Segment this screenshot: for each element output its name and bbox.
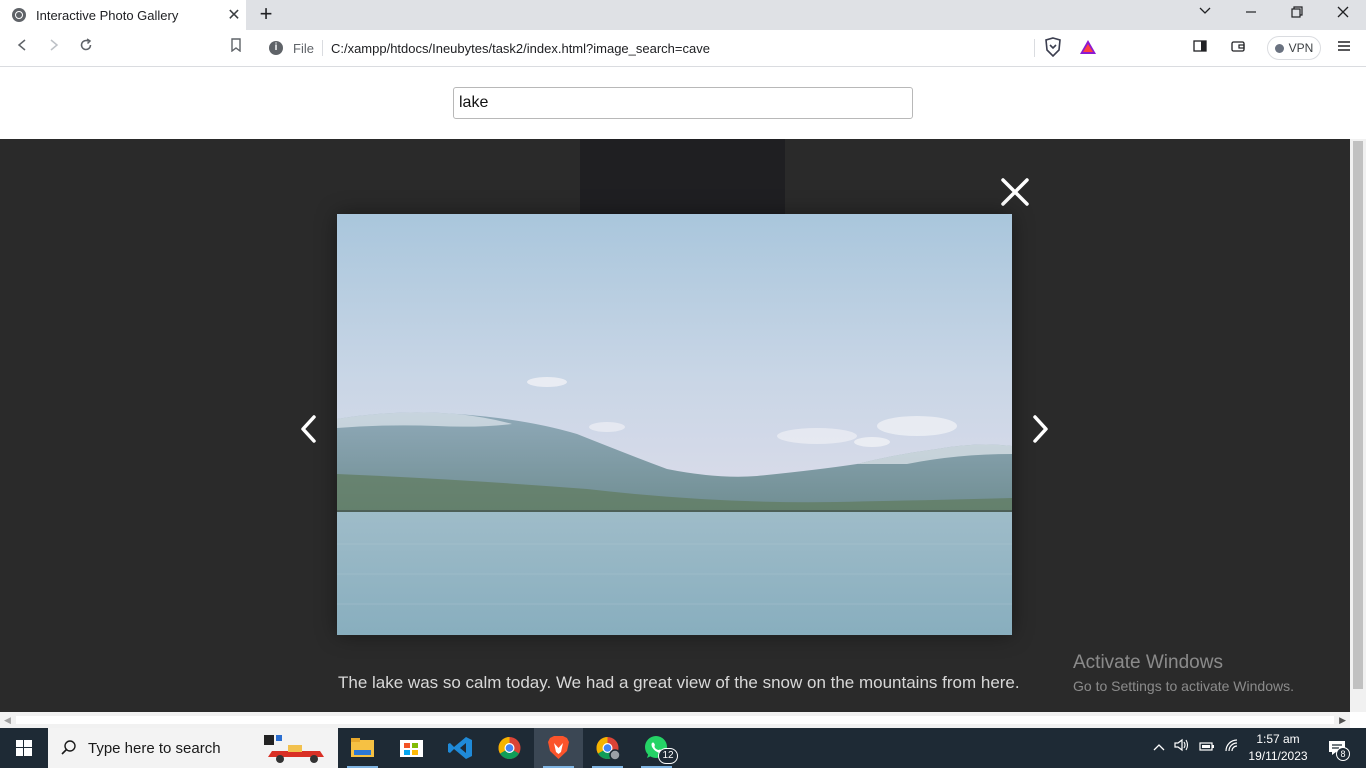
close-window-button[interactable] (1320, 0, 1366, 30)
clock-date: 19/11/2023 (1248, 749, 1308, 763)
tab-strip: Interactive Photo Gallery ✕ + (0, 0, 1366, 30)
search-highlight-icon (264, 735, 324, 763)
file-explorer-icon (351, 738, 374, 757)
battery-icon[interactable] (1197, 728, 1217, 768)
watermark-title: Activate Windows (1073, 652, 1223, 673)
close-lightbox-icon[interactable] (995, 173, 1035, 213)
next-arrow-icon[interactable] (1028, 414, 1052, 444)
taskbar-vscode[interactable] (436, 728, 485, 768)
brave-rewards-icon[interactable] (1079, 38, 1097, 56)
tab-close-icon[interactable]: ✕ (222, 5, 246, 25)
tab-title: Interactive Photo Gallery (36, 7, 179, 23)
tab-active[interactable]: Interactive Photo Gallery ✕ (0, 0, 246, 30)
lake-photo (337, 214, 1012, 635)
taskbar-chrome-profile[interactable] (583, 728, 632, 768)
search-area (0, 67, 1350, 139)
sidebar-icon[interactable] (1187, 36, 1213, 60)
vertical-scrollbar[interactable] (1350, 139, 1366, 712)
whatsapp-badge: 12 (658, 748, 678, 764)
volume-icon[interactable] (1172, 728, 1192, 768)
photo-caption: The lake was so calm today. We had a gre… (338, 673, 1020, 692)
chrome-icon (498, 737, 521, 759)
show-hidden-icons[interactable] (1150, 728, 1168, 768)
watermark-subtitle: Go to Settings to activate Windows. (1073, 678, 1294, 694)
microsoft-store-icon (400, 740, 423, 757)
taskbar-file-explorer[interactable] (338, 728, 387, 768)
info-icon[interactable]: i (269, 41, 283, 55)
network-icon[interactable] (1222, 728, 1242, 768)
windows-start-icon[interactable] (0, 728, 48, 768)
taskbar-search[interactable]: Type here to search (48, 728, 338, 768)
scroll-left-icon[interactable]: ◀ (4, 715, 11, 726)
activate-windows-watermark: Activate Windows Go to Settings to activ… (1073, 652, 1294, 694)
taskbar-store[interactable] (387, 728, 436, 768)
tab-search-chevron-icon[interactable] (1182, 0, 1228, 30)
url-divider (1034, 39, 1035, 57)
vpn-status-icon (1274, 43, 1284, 53)
horizontal-scroll-thumb[interactable] (16, 716, 1334, 724)
bookmark-icon[interactable] (223, 36, 249, 60)
wallet-icon[interactable] (1225, 36, 1251, 60)
horizontal-scrollbar[interactable]: ◀ ▶ (0, 712, 1350, 728)
address-bar[interactable]: i File C:/xampp/htdocs/Ineubytes/task2/i… (258, 34, 1108, 62)
browser-toolbar: i File C:/xampp/htdocs/Ineubytes/task2/i… (0, 30, 1366, 67)
taskbar-search-placeholder: Type here to search (88, 739, 221, 757)
taskbar-whatsapp[interactable]: 12 (632, 728, 681, 768)
minimize-button[interactable] (1228, 0, 1274, 30)
url-text[interactable]: C:/xampp/htdocs/Ineubytes/task2/index.ht… (331, 41, 710, 56)
forward-button[interactable] (41, 36, 67, 60)
background-thumbnail (580, 139, 785, 214)
taskbar-chrome[interactable] (485, 728, 534, 768)
vpn-label: VPN (1288, 41, 1314, 55)
page-content: The lake was so calm today. We had a gre… (0, 67, 1350, 712)
image-search-input[interactable] (453, 87, 913, 119)
clock-time: 1:57 am (1256, 732, 1300, 746)
search-icon (61, 740, 76, 755)
globe-icon (12, 8, 26, 22)
restore-button[interactable] (1274, 0, 1320, 30)
brave-icon (548, 736, 569, 759)
taskbar-clock[interactable]: 1:57 am 19/11/2023 (1244, 731, 1312, 765)
vscode-icon (448, 737, 472, 759)
url-separator (321, 40, 323, 56)
scroll-right-icon[interactable]: ▶ (1339, 715, 1346, 726)
chrome-profile-icon (596, 737, 621, 761)
notification-badge: 8 (1336, 747, 1350, 761)
vpn-button[interactable]: VPN (1267, 36, 1321, 60)
vertical-scroll-thumb[interactable] (1353, 141, 1363, 689)
new-tab-button[interactable]: + (254, 3, 278, 27)
url-scheme: File (293, 40, 314, 56)
reload-button[interactable] (73, 36, 99, 60)
windows-taskbar: Type here to search 12 1:57 am 19/11/202… (0, 728, 1366, 768)
notification-center[interactable]: 8 (1322, 728, 1352, 768)
menu-icon[interactable] (1331, 36, 1357, 60)
previous-arrow-icon[interactable] (297, 414, 321, 444)
brave-shields-icon[interactable] (1044, 37, 1062, 57)
back-button[interactable] (9, 36, 35, 60)
taskbar-brave[interactable] (534, 728, 583, 768)
lightbox-overlay[interactable]: The lake was so calm today. We had a gre… (0, 139, 1350, 712)
